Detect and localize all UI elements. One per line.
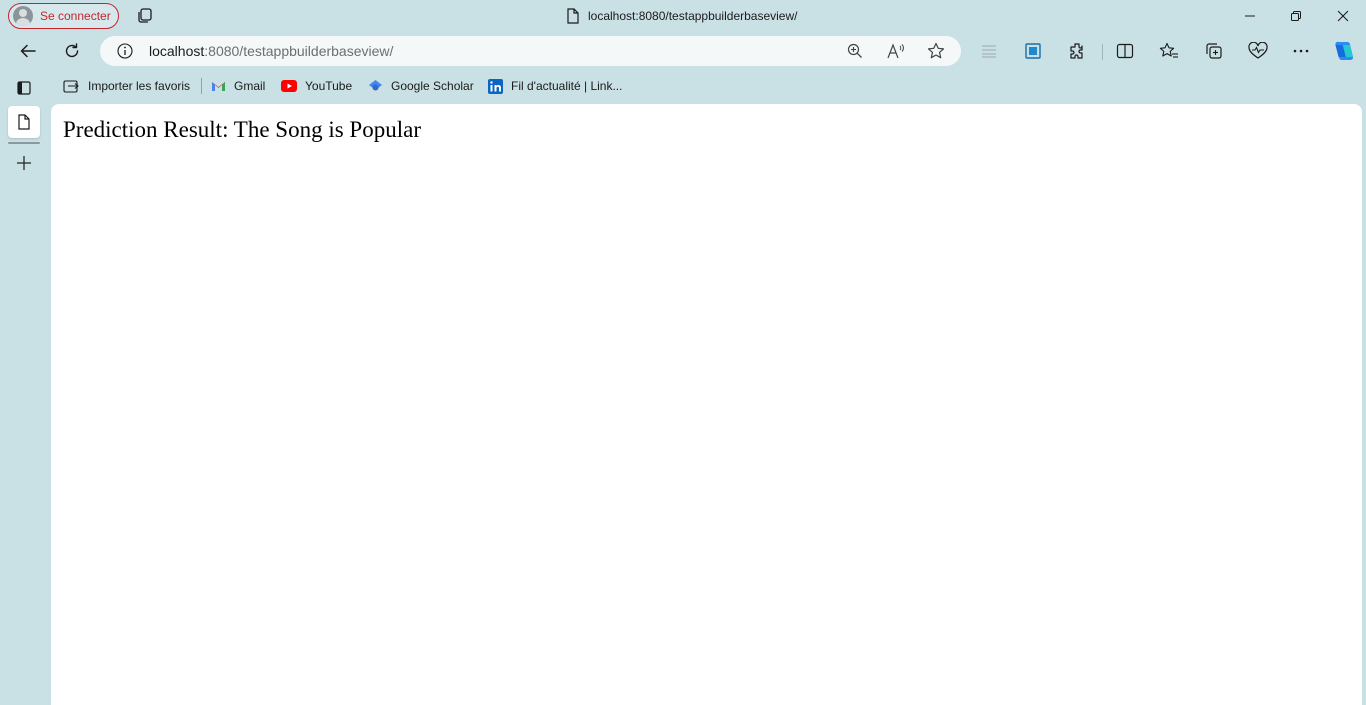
back-arrow-icon xyxy=(20,44,36,58)
active-tab-indicator xyxy=(8,142,40,144)
favorite-item-google-scholar[interactable]: Google Scholar xyxy=(368,72,474,100)
favorites-bar: Importer les favoris Gmail YouTube Googl… xyxy=(0,72,1366,100)
vertical-tabs-sidebar xyxy=(0,70,50,705)
more-options-icon[interactable] xyxy=(1290,40,1312,62)
workspaces-icon[interactable] xyxy=(136,7,154,25)
refresh-icon xyxy=(65,43,79,58)
collections-icon[interactable] xyxy=(1203,40,1225,62)
restore-icon xyxy=(1291,11,1301,21)
extensions-icon[interactable] xyxy=(1066,40,1088,62)
avatar-icon xyxy=(13,6,33,26)
close-button[interactable] xyxy=(1320,0,1366,32)
page-icon xyxy=(18,114,30,130)
favorites-icon[interactable] xyxy=(1158,40,1180,62)
navigation-toolbar: localhost:8080/testappbuilderbaseview/ xyxy=(0,34,1366,68)
tab-current-page[interactable] xyxy=(8,106,40,138)
zoom-icon[interactable] xyxy=(845,41,865,61)
profile-button[interactable]: Se connecter xyxy=(8,3,119,29)
favorite-label: Fil d'actualité | Link... xyxy=(511,79,623,93)
copilot-icon[interactable] xyxy=(1331,38,1357,64)
favorite-star-icon[interactable] xyxy=(926,41,946,61)
reading-view-icon[interactable] xyxy=(978,40,1000,62)
refresh-button[interactable] xyxy=(56,36,88,66)
close-icon xyxy=(1337,10,1349,22)
favorite-label: YouTube xyxy=(305,79,353,93)
url-path: :8080/testappbuilderbaseview/ xyxy=(204,43,394,59)
restore-button[interactable] xyxy=(1273,0,1319,32)
favorite-label: Google Scholar xyxy=(391,79,474,93)
url-text[interactable]: localhost:8080/testappbuilderbaseview/ xyxy=(149,36,393,66)
favorite-item-linkedin[interactable]: Fil d'actualité | Link... xyxy=(488,72,622,100)
favorite-label: Importer les favoris xyxy=(88,79,191,93)
browser-essentials-icon[interactable] xyxy=(1247,40,1269,62)
favorite-item-gmail[interactable]: Gmail xyxy=(211,72,265,100)
back-button[interactable] xyxy=(12,36,44,66)
youtube-icon xyxy=(281,80,297,92)
favorite-item-import[interactable]: Importer les favoris xyxy=(63,72,190,100)
toolbar-separator xyxy=(1102,44,1103,60)
read-aloud-icon[interactable] xyxy=(886,41,906,61)
url-host: localhost xyxy=(149,43,205,59)
plus-icon xyxy=(17,156,31,170)
tab-actions-icon xyxy=(17,81,31,95)
screenshot-capture-icon[interactable] xyxy=(1022,40,1044,62)
site-info-icon[interactable] xyxy=(116,42,134,60)
page-icon xyxy=(567,8,579,24)
gmail-icon xyxy=(212,82,225,91)
title-bar: Se connecter localhost:8080/testappbuild… xyxy=(0,0,1366,32)
linkedin-icon xyxy=(488,78,503,94)
import-favorites-icon xyxy=(63,79,79,93)
profile-label: Se connecter xyxy=(40,9,111,23)
split-screen-icon[interactable] xyxy=(1114,40,1136,62)
google-scholar-icon xyxy=(369,80,382,91)
tab-actions-button[interactable] xyxy=(8,72,40,104)
favorite-item-youtube[interactable]: YouTube xyxy=(281,72,352,100)
minimize-icon xyxy=(1245,15,1255,17)
prediction-result-heading: Prediction Result: The Song is Popular xyxy=(63,117,421,142)
new-tab-button[interactable] xyxy=(8,147,40,179)
page-content: Prediction Result: The Song is Popular xyxy=(51,104,1362,705)
minimize-button[interactable] xyxy=(1227,0,1273,32)
window-title-text: localhost:8080/testappbuilderbaseview/ xyxy=(588,9,798,23)
address-bar[interactable]: localhost:8080/testappbuilderbaseview/ xyxy=(100,36,961,66)
favorites-separator xyxy=(201,78,202,94)
favorite-label: Gmail xyxy=(234,79,266,93)
window-title: localhost:8080/testappbuilderbaseview/ xyxy=(566,0,797,32)
